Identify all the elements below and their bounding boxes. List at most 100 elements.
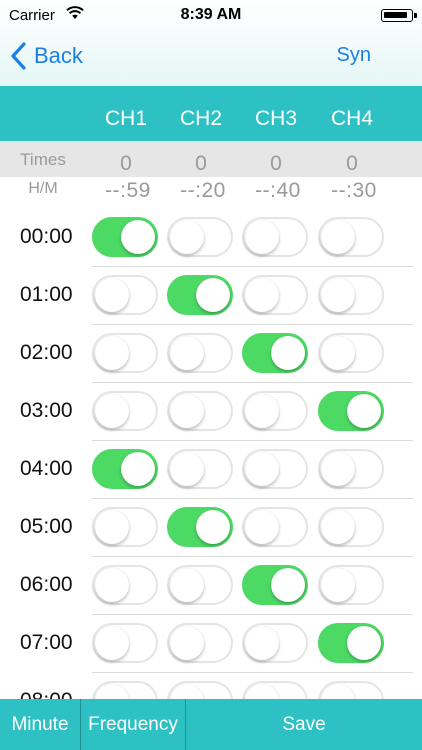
save-button[interactable]: Save bbox=[186, 699, 422, 750]
back-label: Back bbox=[34, 43, 83, 68]
schedule-row: 07:00 bbox=[0, 615, 422, 673]
channel-header: CH1 CH2 CH3 CH4 bbox=[0, 86, 422, 141]
toggle-knob bbox=[95, 278, 129, 312]
toggle-ch2[interactable] bbox=[167, 391, 233, 431]
times-count-ch3: 0 bbox=[270, 152, 282, 175]
toggle-knob bbox=[95, 684, 129, 699]
toggle-knob bbox=[245, 452, 279, 486]
toggle-knob bbox=[95, 626, 129, 660]
toggle-ch3[interactable] bbox=[242, 623, 308, 663]
toggle-knob bbox=[170, 568, 204, 602]
row-time-label: 08:00 bbox=[20, 689, 73, 699]
row-time-label: 01:00 bbox=[20, 283, 73, 306]
schedule-row: 01:00 bbox=[0, 267, 422, 325]
toggle-knob bbox=[170, 394, 204, 428]
row-time-label: 06:00 bbox=[20, 573, 73, 596]
toggle-ch1[interactable] bbox=[92, 391, 158, 431]
toggle-knob bbox=[170, 220, 204, 254]
toggle-ch2[interactable] bbox=[167, 565, 233, 605]
toggle-knob bbox=[321, 568, 355, 602]
hm-value-ch3: --:40 bbox=[255, 179, 301, 202]
toggle-ch4[interactable] bbox=[318, 623, 384, 663]
toggle-ch1[interactable] bbox=[92, 217, 158, 257]
times-count-ch2: 0 bbox=[195, 152, 207, 175]
toggle-ch2[interactable] bbox=[167, 623, 233, 663]
toggle-knob bbox=[95, 510, 129, 544]
channel-label-ch2: CH2 bbox=[179, 107, 222, 130]
schedule-row: 08:00 bbox=[0, 673, 422, 699]
row-time-label: 07:00 bbox=[20, 631, 73, 654]
channel-label-ch3: CH3 bbox=[254, 107, 297, 130]
schedule-list[interactable]: 00:00 01:00 02:00 03:00 04:00 05:00 06:00 07:00… bbox=[0, 209, 422, 699]
toggle-knob bbox=[95, 394, 129, 428]
toggle-knob bbox=[321, 452, 355, 486]
toggle-ch1[interactable] bbox=[92, 681, 158, 699]
toggle-ch3[interactable] bbox=[242, 275, 308, 315]
top-bar: Carrier 8:39 AM Back Syn bbox=[0, 0, 422, 86]
toggle-ch3[interactable] bbox=[242, 333, 308, 373]
toggle-ch4[interactable] bbox=[318, 449, 384, 489]
toggle-knob bbox=[196, 278, 230, 312]
toggle-knob bbox=[321, 684, 355, 699]
toggle-ch3[interactable] bbox=[242, 507, 308, 547]
toggle-knob bbox=[271, 336, 305, 370]
frequency-button[interactable]: Frequency bbox=[81, 699, 185, 750]
toggle-ch3[interactable] bbox=[242, 217, 308, 257]
row-time-label: 02:00 bbox=[20, 341, 73, 364]
toggle-knob bbox=[245, 510, 279, 544]
toggle-knob bbox=[271, 568, 305, 602]
toggle-knob bbox=[170, 336, 204, 370]
toggle-ch4[interactable] bbox=[318, 391, 384, 431]
channel-label-ch4: CH4 bbox=[330, 107, 373, 130]
toggle-knob bbox=[245, 220, 279, 254]
toggle-ch3[interactable] bbox=[242, 681, 308, 699]
schedule-row: 04:00 bbox=[0, 441, 422, 499]
toggle-ch4[interactable] bbox=[318, 565, 384, 605]
toggle-ch1[interactable] bbox=[92, 275, 158, 315]
toggle-knob bbox=[121, 220, 155, 254]
toggle-knob bbox=[245, 278, 279, 312]
toggle-ch1[interactable] bbox=[92, 507, 158, 547]
toggle-ch2[interactable] bbox=[167, 681, 233, 699]
toggle-knob bbox=[95, 568, 129, 602]
minute-button[interactable]: Minute bbox=[0, 699, 80, 750]
schedule-row: 03:00 bbox=[0, 383, 422, 441]
toggle-knob bbox=[245, 394, 279, 428]
toggle-ch4[interactable] bbox=[318, 507, 384, 547]
toggle-ch4[interactable] bbox=[318, 275, 384, 315]
hm-value-ch4: --:30 bbox=[331, 179, 377, 202]
toggle-ch4[interactable] bbox=[318, 217, 384, 257]
toggle-ch3[interactable] bbox=[242, 449, 308, 489]
toggle-knob bbox=[347, 394, 381, 428]
toggle-knob bbox=[196, 510, 230, 544]
toggle-ch2[interactable] bbox=[167, 333, 233, 373]
toggle-ch3[interactable] bbox=[242, 565, 308, 605]
toggle-ch3[interactable] bbox=[242, 391, 308, 431]
syn-button[interactable]: Syn bbox=[337, 44, 371, 67]
schedule-row: 06:00 bbox=[0, 557, 422, 615]
toggle-ch2[interactable] bbox=[167, 449, 233, 489]
toggle-ch4[interactable] bbox=[318, 333, 384, 373]
schedule-row: 05:00 bbox=[0, 499, 422, 557]
toggle-knob bbox=[95, 336, 129, 370]
times-count-ch1: 0 bbox=[120, 152, 132, 175]
toggle-ch1[interactable] bbox=[92, 623, 158, 663]
hm-label: H/M bbox=[28, 180, 58, 197]
schedule-row: 00:00 bbox=[0, 209, 422, 267]
hm-value-ch1: --:59 bbox=[105, 179, 151, 202]
toggle-knob bbox=[321, 510, 355, 544]
toggle-ch2[interactable] bbox=[167, 507, 233, 547]
toggle-knob bbox=[321, 220, 355, 254]
toggle-ch4[interactable] bbox=[318, 681, 384, 699]
toggle-ch2[interactable] bbox=[167, 275, 233, 315]
toggle-knob bbox=[321, 278, 355, 312]
toggle-knob bbox=[347, 626, 381, 660]
toggle-ch2[interactable] bbox=[167, 217, 233, 257]
schedule-row: 02:00 bbox=[0, 325, 422, 383]
battery-icon bbox=[381, 9, 417, 22]
back-button[interactable]: Back bbox=[8, 40, 83, 72]
toggle-ch1[interactable] bbox=[92, 333, 158, 373]
toggle-ch1[interactable] bbox=[92, 565, 158, 605]
toggle-ch1[interactable] bbox=[92, 449, 158, 489]
toggle-knob bbox=[321, 336, 355, 370]
